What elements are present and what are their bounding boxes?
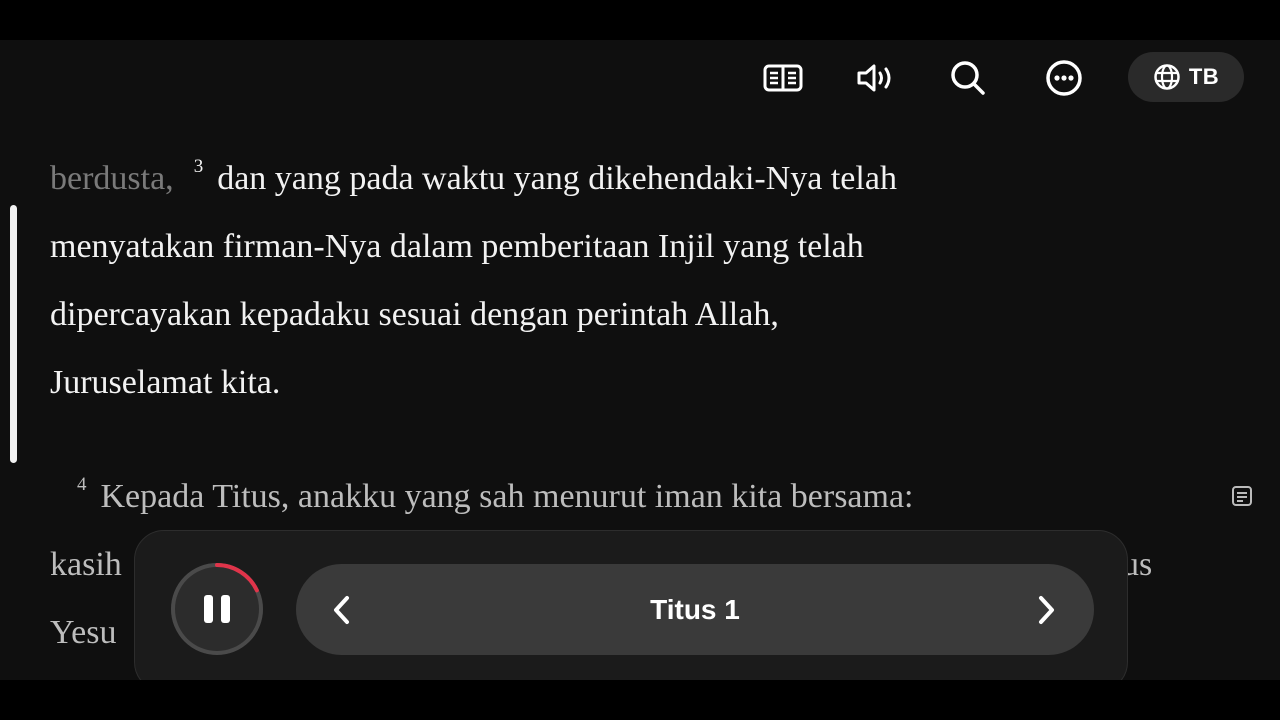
verse-text: Kepada Titus, anakku yang sah menurut im… [100,478,914,515]
more-button[interactable] [1039,53,1089,103]
verse-line[interactable]: 4 Kepada Titus, anakku yang sah menurut i… [50,474,914,516]
audio-icon [857,64,891,92]
verse-line[interactable]: kasih [50,546,122,584]
note-icon [1232,486,1252,506]
version-selector[interactable]: TB [1128,52,1244,102]
search-icon [951,61,985,95]
chapter-title[interactable]: Titus 1 [296,564,1094,655]
letterbox-top [0,0,1280,40]
audio-button[interactable] [851,53,901,103]
verse-line[interactable]: menyatakan firman-Nya dalam pemberitaan … [50,228,864,266]
verse-text: dan yang pada waktu yang dikehendaki-Nya… [217,160,897,197]
parallel-book-icon [763,64,803,92]
scroll-indicator[interactable] [10,205,17,463]
chevron-right-icon [1039,596,1054,624]
more-icon [1046,60,1082,96]
faded-text: berdusta, [50,160,174,197]
verse-number: 3 [193,156,204,177]
parallel-book-button[interactable] [758,53,808,103]
next-chapter-button[interactable] [1020,584,1072,636]
chevron-left-icon [334,596,349,624]
bible-reader-screen: TB berdusta, 3 dan yang pada waktu yang di… [0,40,1280,680]
globe-icon [1154,64,1180,90]
previous-chapter-button[interactable] [316,584,368,636]
search-button[interactable] [943,53,993,103]
verse-line[interactable]: berdusta, 3 dan yang pada waktu yang dikeh… [50,156,897,198]
verse-line[interactable]: Yesu [50,614,116,652]
verse-number: 4 [77,474,87,495]
letterbox-bottom [0,680,1280,720]
verse-line[interactable]: dipercayakan kepadaku sesuai dengan peri… [50,296,779,334]
verse-line[interactable]: Juruselamat kita. [50,364,280,402]
pause-button[interactable] [169,561,265,657]
reader-toolbar: TB [0,40,1280,120]
chapter-navigator: Titus 1 [296,564,1094,655]
note-button[interactable] [1230,484,1254,513]
progress-ring [171,563,263,655]
version-label: TB [1188,64,1220,89]
audio-player: Titus 1 [134,530,1128,680]
